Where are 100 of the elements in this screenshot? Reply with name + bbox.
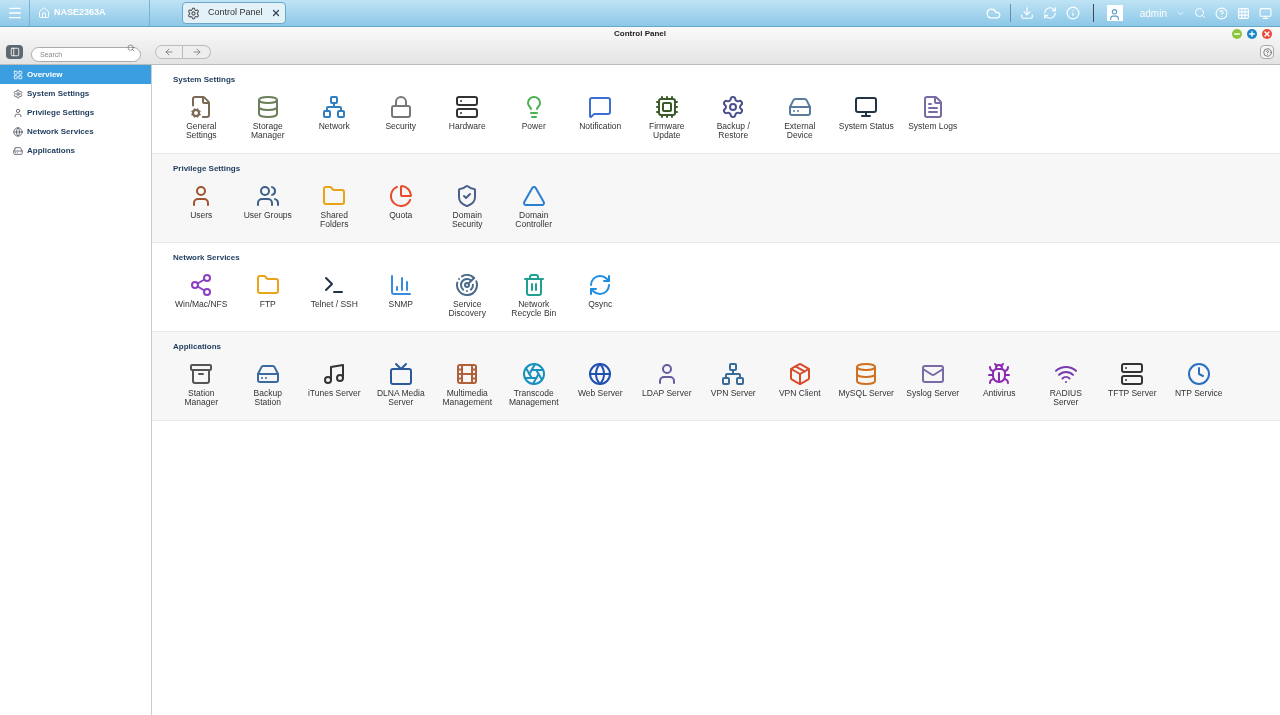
person-icon (13, 107, 23, 118)
minimize-button[interactable] (1232, 29, 1242, 39)
people-icon (255, 184, 280, 208)
close-icon (1263, 30, 1271, 38)
app-launcher[interactable]: Security (367, 95, 434, 140)
sidebar-item[interactable]: Applications (0, 141, 151, 160)
menu-icon (6, 5, 23, 21)
monitor-icon (854, 95, 879, 119)
network-icon (721, 362, 746, 386)
share-nodes-icon (189, 273, 214, 297)
server-icon (455, 95, 480, 119)
window-title: Control Panel (614, 27, 666, 40)
gear-icon (721, 95, 746, 119)
help-button[interactable] (1260, 45, 1274, 59)
sidebar-item[interactable]: Network Services (0, 122, 151, 141)
envelope-icon (920, 362, 945, 386)
monitor-icon[interactable] (1259, 6, 1272, 20)
hard-drive-icon (787, 95, 812, 119)
download-icon[interactable] (1019, 6, 1034, 20)
recycle-bin-icon (521, 273, 546, 297)
app-launcher[interactable]: External Device (766, 95, 833, 140)
app-launcher[interactable]: VPN Client (766, 362, 833, 407)
app-launcher[interactable]: Backup / Restore (700, 95, 767, 140)
sidebar-item[interactable]: System Settings (0, 84, 151, 103)
app-launcher[interactable]: Network Recycle Bin (500, 273, 567, 318)
app-launcher[interactable]: System Status (833, 95, 900, 140)
app-launcher[interactable]: General Settings (168, 95, 235, 140)
cloud-icon[interactable] (985, 5, 1001, 21)
info-icon[interactable] (1065, 6, 1080, 20)
sync-icon[interactable] (1042, 6, 1057, 20)
app-launcher[interactable]: Domain Controller (500, 184, 567, 229)
avatar[interactable] (1106, 5, 1123, 21)
app-launcher[interactable]: Notification (567, 95, 634, 140)
monitor-icon (388, 362, 413, 386)
back-button[interactable] (155, 45, 183, 59)
help-icon[interactable] (1215, 6, 1228, 20)
sidebar-item[interactable]: Privilege Settings (0, 103, 151, 122)
app-launcher[interactable]: Antivirus (966, 362, 1033, 407)
app-launcher[interactable]: User Groups (234, 184, 301, 229)
film-reel-icon (455, 362, 480, 386)
app-launcher[interactable]: SNMP (367, 273, 434, 318)
app-tab[interactable]: Control Panel (182, 2, 286, 24)
app-launcher[interactable]: VPN Server (700, 362, 767, 407)
app-launcher[interactable]: Domain Security (434, 184, 501, 229)
pie-chart-icon (388, 184, 413, 208)
section-title: System Settings (172, 74, 237, 86)
app-launcher[interactable]: Win/Mac/NFS (168, 273, 235, 318)
globe-icon (13, 126, 23, 137)
sidebar-toggle[interactable] (6, 45, 23, 59)
app-launcher[interactable]: Qsync (567, 273, 634, 318)
app-launcher[interactable]: iTunes Server (301, 362, 368, 407)
close-icon[interactable] (270, 8, 281, 18)
app-launcher[interactable]: Hardware (434, 95, 501, 140)
app-launcher[interactable]: Firmware Update (633, 95, 700, 140)
app-launcher[interactable]: Quota (367, 184, 434, 229)
app-launcher[interactable]: Service Discovery (434, 273, 501, 318)
left-arrow-icon (164, 47, 174, 57)
app-launcher[interactable]: Transcode Management (500, 362, 567, 407)
app-launcher[interactable]: Multimedia Management (434, 362, 501, 407)
app-launcher[interactable]: NTP Service (1165, 362, 1232, 407)
app-launcher[interactable]: Power (500, 95, 567, 140)
triangle-icon (521, 184, 546, 208)
minus-icon (1233, 30, 1241, 38)
app-launcher[interactable]: Telnet / SSH (301, 273, 368, 318)
app-launcher[interactable]: Storage Manager (234, 95, 301, 140)
app-launcher[interactable]: Network (301, 95, 368, 140)
app-launcher[interactable]: Station Manager (168, 362, 235, 407)
sync-icon (588, 273, 613, 297)
app-launcher[interactable]: FTP (234, 273, 301, 318)
app-launcher[interactable]: Shared Folders (301, 184, 368, 229)
search-icon[interactable] (127, 43, 135, 52)
gear-icon (187, 6, 200, 20)
network-icon (322, 95, 347, 119)
section-title: Privilege Settings (172, 163, 242, 175)
music-icon (322, 362, 347, 386)
folder-icon (255, 273, 280, 297)
app-launcher[interactable]: TFTP Server (1099, 362, 1166, 407)
app-launcher[interactable]: Users (168, 184, 235, 229)
bug-icon (987, 362, 1012, 386)
maximize-button[interactable] (1247, 29, 1257, 39)
app-launcher[interactable]: MySQL Server (833, 362, 900, 407)
folder-icon (322, 184, 347, 208)
app-launcher[interactable]: Syslog Server (899, 362, 966, 407)
forward-button[interactable] (183, 45, 211, 59)
app-launcher[interactable]: System Logs (899, 95, 966, 140)
database-icon (854, 362, 879, 386)
section-title: Network Services (172, 252, 241, 264)
app-launcher[interactable]: Backup Station (234, 362, 301, 407)
search-icon[interactable] (1194, 7, 1206, 19)
app-launcher[interactable]: LDAP Server (633, 362, 700, 407)
grid-icon[interactable] (1237, 6, 1250, 20)
panel-icon (9, 47, 20, 57)
app-launcher[interactable]: RADIUS Server (1032, 362, 1099, 407)
right-arrow-icon (191, 47, 202, 57)
app-launcher[interactable]: DLNA Media Server (367, 362, 434, 407)
app-launcher[interactable]: Web Server (567, 362, 634, 407)
home-icon (38, 7, 50, 19)
bar-chart-icon (388, 273, 413, 297)
server-icon (1120, 362, 1145, 386)
close-button[interactable] (1262, 29, 1272, 39)
